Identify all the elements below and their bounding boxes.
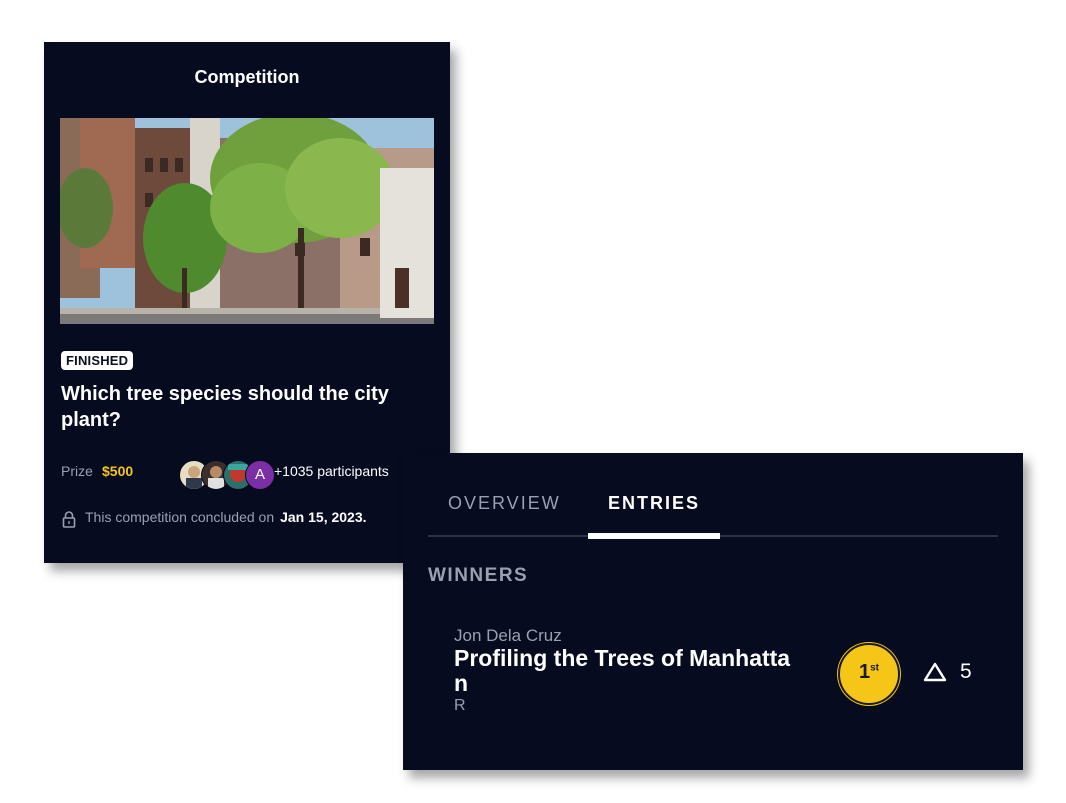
prize-label: Prize — [61, 463, 93, 479]
active-tab-indicator — [588, 533, 720, 539]
avatar[interactable]: A — [245, 460, 275, 490]
vote-count: 5 — [960, 660, 972, 683]
street-trees-image — [60, 118, 434, 324]
triangle-upvote-icon[interactable] — [923, 661, 947, 683]
entry-author: Jon Dela Cruz — [454, 626, 562, 645]
first-place-medal-icon: 1st — [838, 643, 900, 705]
medal-rank: 1st — [858, 661, 880, 683]
prize-row: Prize $500 A +1035 participants — [61, 460, 451, 490]
entry-extra-text: R — [454, 697, 466, 714]
competition-question: Which tree species should the city plant… — [61, 383, 389, 431]
tab-entries[interactable]: ENTRIES — [608, 493, 700, 514]
participants-count[interactable]: +1035 participants — [274, 463, 389, 479]
winners-heading: WINNERS — [428, 565, 529, 586]
concluded-date: Jan 15, 2023. — [280, 509, 367, 525]
tab-overview[interactable]: OVERVIEW — [448, 493, 561, 514]
prize-value: $500 — [102, 463, 134, 479]
competition-card: Competition FINISHED Which tree species … — [44, 42, 450, 563]
status-badge: FINISHED — [61, 351, 134, 370]
entry-title[interactable]: Profiling the Trees of Manhattan — [454, 646, 794, 696]
participant-avatars[interactable]: A — [179, 460, 289, 490]
concluded-text: This competition concluded on Jan 15, 202… — [85, 509, 367, 525]
entries-card: OVERVIEW ENTRIES WINNERS Jon Dela Cruz P… — [403, 453, 1023, 770]
competition-photo — [60, 118, 434, 324]
card-title: Competition — [194, 67, 300, 87]
lock-icon — [62, 511, 76, 528]
concluded-row: This competition concluded on Jan 15, 202… — [61, 509, 451, 529]
